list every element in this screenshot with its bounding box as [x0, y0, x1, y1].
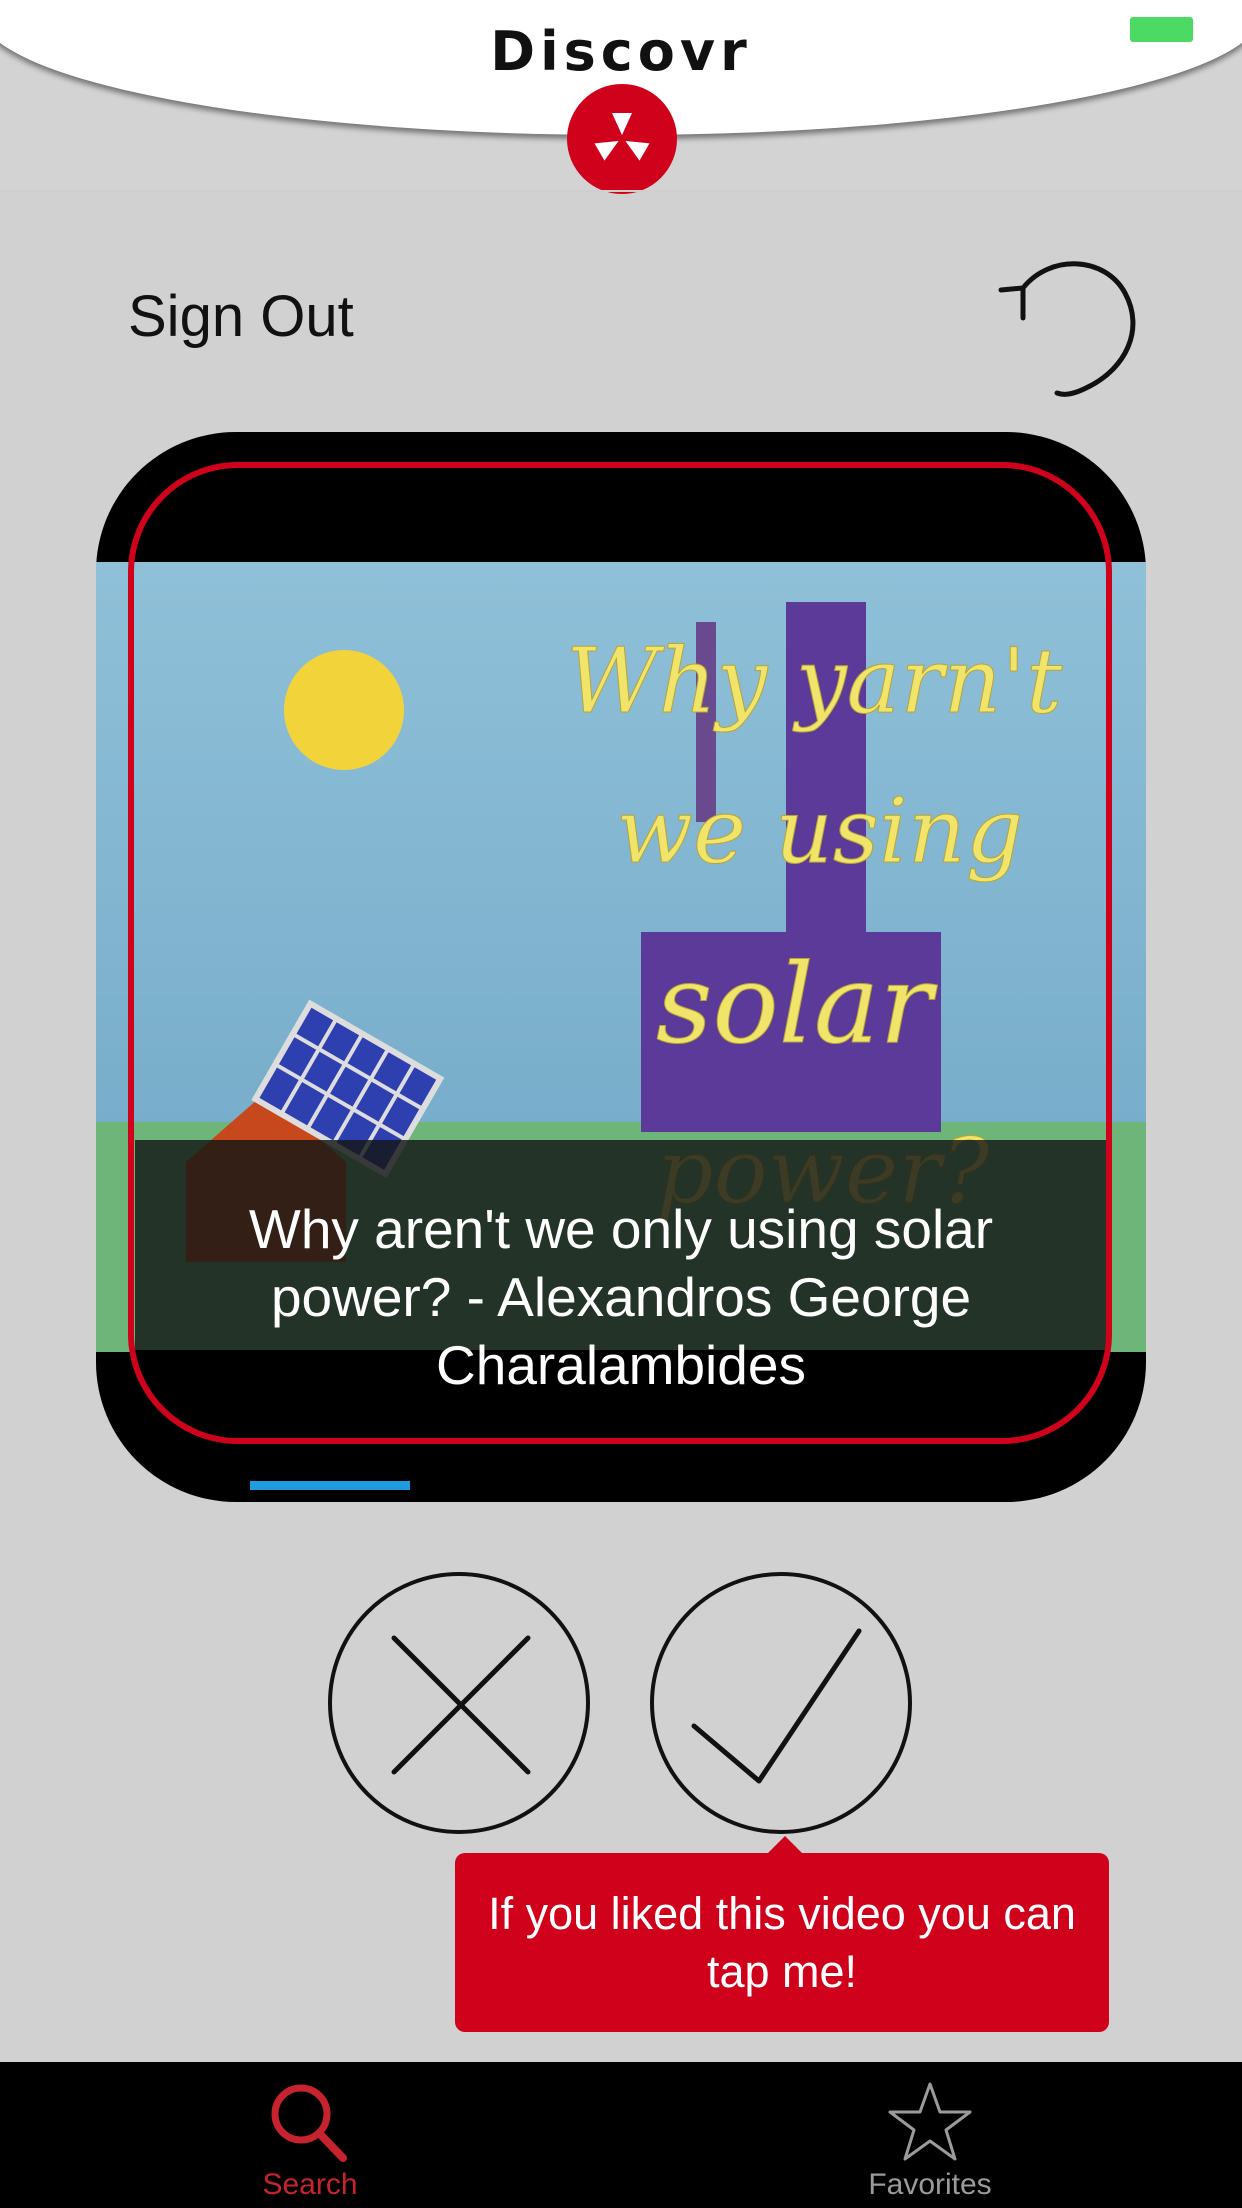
checkmark-icon [691, 1628, 862, 1784]
undo-icon[interactable] [995, 248, 1145, 400]
like-tooltip[interactable]: If you liked this video you can tap me! [455, 1853, 1109, 2032]
tooltip-text: If you liked this video you can tap me! [488, 1887, 1076, 1997]
app-title: Discovr [490, 20, 752, 83]
tab-label: Search [262, 2168, 358, 2201]
battery-indicator-icon [1130, 17, 1193, 42]
dislike-button[interactable] [328, 1572, 590, 1834]
like-button[interactable] [650, 1572, 912, 1834]
tab-search[interactable]: Search [160, 2062, 460, 2208]
tooltip-arrow [767, 1836, 803, 1854]
header-divider [0, 190, 1242, 192]
tab-bar: Search Favorites [0, 2062, 1242, 2208]
card-frame [128, 462, 1112, 1444]
search-icon [271, 2084, 347, 2162]
sign-out-button[interactable]: Sign Out [128, 283, 354, 350]
star-icon [888, 2082, 972, 2161]
tab-favorites[interactable]: Favorites [780, 2062, 1080, 2208]
app-logo-icon [567, 84, 677, 194]
tab-label: Favorites [868, 2168, 992, 2201]
close-icon [391, 1635, 531, 1775]
video-progress-bar [250, 1481, 410, 1490]
